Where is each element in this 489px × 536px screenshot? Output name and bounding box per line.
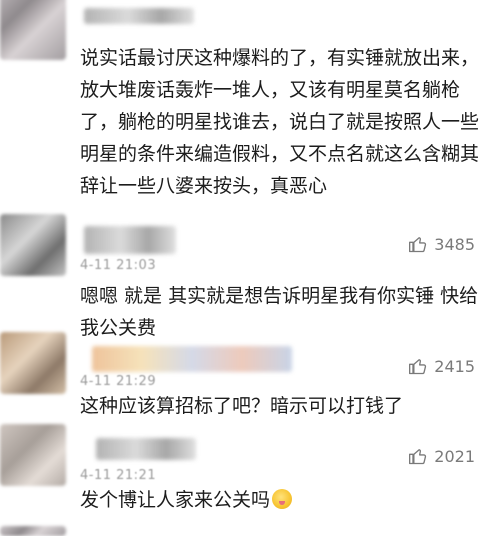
comment-text-wrap: 发个博让人家来公关吗 bbox=[80, 484, 480, 516]
thumbs-up-icon bbox=[409, 237, 427, 253]
comment-time: 4-11 21:21 bbox=[80, 468, 157, 483]
comment-text: 发个博让人家来公关吗 bbox=[80, 489, 271, 511]
username[interactable] bbox=[84, 226, 176, 254]
comment-item: 4-11 21:29 2415 这种应该算招标了吧？暗示可以打钱了 bbox=[0, 330, 489, 430]
username[interactable] bbox=[96, 438, 196, 460]
comment-text: 说实话最讨厌这种爆料的了，有实锤就放出来，放大堆废话轰炸一堆人，又该有明星莫名躺… bbox=[80, 47, 480, 197]
like-button[interactable]: 2415 bbox=[408, 356, 475, 376]
username[interactable] bbox=[84, 8, 194, 24]
like-count: 2415 bbox=[434, 356, 475, 376]
avatar[interactable] bbox=[0, 214, 66, 276]
comment-item: 说实话最讨厌这种爆料的了，有实锤就放出来，放大堆废话轰炸一堆人，又该有明星莫名躺… bbox=[0, 0, 489, 220]
username[interactable] bbox=[92, 346, 292, 372]
avatar[interactable] bbox=[0, 424, 66, 486]
thumbs-up-icon bbox=[409, 359, 427, 375]
thumbs-up-icon bbox=[409, 449, 427, 465]
avatar[interactable] bbox=[0, 526, 66, 536]
like-button[interactable]: 3485 bbox=[408, 234, 475, 254]
like-button[interactable]: 2021 bbox=[408, 446, 475, 466]
like-count: 3485 bbox=[434, 234, 475, 254]
comment-time: 4-11 21:03 bbox=[80, 258, 157, 273]
drooling-face-emoji-icon bbox=[272, 489, 293, 509]
comment-text: 这种应该算招标了吧？暗示可以打钱了 bbox=[80, 395, 404, 417]
avatar[interactable] bbox=[0, 332, 66, 394]
like-count: 2021 bbox=[434, 446, 475, 466]
comment-time: 4-11 21:29 bbox=[80, 374, 157, 389]
avatar[interactable] bbox=[0, 0, 66, 60]
comment-item: 4-11 21:21 2021 发个博让人家来公关吗 bbox=[0, 422, 489, 536]
comment-item: 4-11 21:03 3485 嗯嗯 就是 其实就是想告诉明星我有你实锤 快给我… bbox=[0, 212, 489, 342]
